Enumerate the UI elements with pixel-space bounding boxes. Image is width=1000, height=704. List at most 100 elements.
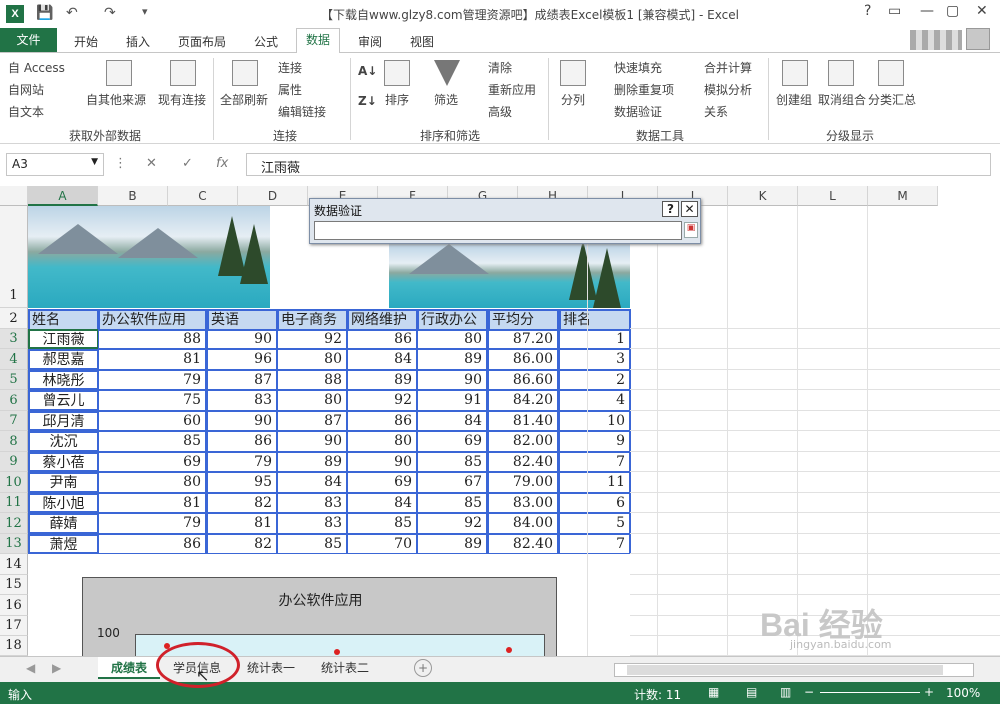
score-cell[interactable]: 7 — [559, 452, 631, 472]
score-cell[interactable]: 69 — [98, 452, 207, 472]
score-cell[interactable]: 11 — [559, 472, 631, 493]
horizontal-scrollbar[interactable] — [614, 663, 974, 677]
tab-home[interactable]: 开始 — [68, 31, 104, 52]
tab-data[interactable]: 数据 — [296, 28, 340, 53]
score-cell[interactable]: 9 — [559, 431, 631, 452]
zoom-out-icon[interactable]: − — [804, 685, 814, 699]
save-icon[interactable]: 💾 — [36, 5, 53, 21]
score-cell[interactable]: 80 — [347, 431, 418, 452]
ribbon-display-button[interactable]: ▭ — [888, 3, 901, 19]
row-header-9[interactable]: 9 — [0, 452, 28, 472]
chevron-down-icon[interactable]: ▼ — [91, 157, 98, 167]
score-cell[interactable]: 84 — [347, 349, 418, 370]
expand-dialog-icon[interactable]: ▣ — [684, 222, 698, 238]
score-cell[interactable]: 69 — [347, 472, 418, 493]
maximize-button[interactable]: ▢ — [946, 3, 959, 19]
column-header-l[interactable]: L — [798, 186, 868, 206]
student-name-cell[interactable]: 陈小旭 — [28, 493, 99, 513]
column-header-k[interactable]: K — [728, 186, 798, 206]
score-cell[interactable]: 85 — [417, 452, 488, 472]
score-cell[interactable]: 86 — [347, 329, 418, 349]
add-sheet-icon[interactable]: + — [414, 659, 432, 677]
student-name-cell[interactable]: 江雨薇 — [28, 329, 99, 349]
score-cell[interactable]: 80 — [277, 390, 348, 411]
tab-page-layout[interactable]: 页面布局 — [172, 31, 232, 52]
sheet-tab-stats-1[interactable]: 统计表一 — [236, 657, 306, 679]
score-cell[interactable]: 89 — [417, 349, 488, 370]
score-cell[interactable]: 82 — [207, 493, 278, 513]
score-cell[interactable]: 84 — [347, 493, 418, 513]
row-header-13[interactable]: 13 — [0, 534, 28, 554]
score-cell[interactable]: 2 — [559, 370, 631, 390]
student-name-cell[interactable]: 尹南 — [28, 472, 99, 493]
ungroup-button[interactable]: 取消组合 — [818, 91, 866, 108]
student-name-cell[interactable]: 沈沉 — [28, 431, 99, 452]
score-cell[interactable]: 84 — [417, 411, 488, 431]
score-cell[interactable]: 88 — [98, 329, 207, 349]
score-cell[interactable]: 89 — [277, 452, 348, 472]
sort-za-icon[interactable]: Z↓ — [358, 94, 377, 108]
score-cell[interactable]: 86 — [347, 411, 418, 431]
score-cell[interactable]: 90 — [277, 431, 348, 452]
formula-input[interactable]: 江雨薇 — [246, 153, 991, 176]
row-header-1[interactable]: 1 — [0, 206, 28, 308]
score-cell[interactable]: 79.00 — [488, 472, 559, 493]
header-cell[interactable]: 办公软件应用 — [98, 309, 207, 331]
row-header-15[interactable]: 15 — [0, 575, 28, 595]
properties-button[interactable]: 属性 — [278, 81, 302, 98]
row-header-12[interactable]: 12 — [0, 513, 28, 534]
score-cell[interactable]: 90 — [417, 370, 488, 390]
sheet-tab-scores[interactable]: 成绩表 — [98, 657, 160, 679]
score-cell[interactable]: 81 — [207, 513, 278, 534]
tab-insert[interactable]: 插入 — [120, 31, 156, 52]
insert-function-icon[interactable]: fx — [216, 156, 228, 171]
score-cell[interactable]: 95 — [207, 472, 278, 493]
score-cell[interactable]: 80 — [277, 349, 348, 370]
text-to-columns-button[interactable]: 分列 — [561, 91, 585, 108]
score-cell[interactable]: 84.20 — [488, 390, 559, 411]
score-cell[interactable]: 83 — [277, 513, 348, 534]
advanced-button[interactable]: 高级 — [488, 103, 512, 120]
normal-view-icon[interactable]: ▦ — [708, 685, 719, 699]
score-cell[interactable]: 84 — [277, 472, 348, 493]
edit-links-button[interactable]: 编辑链接 — [278, 103, 326, 120]
score-cell[interactable]: 82 — [207, 534, 278, 554]
student-name-cell[interactable]: 郝思嘉 — [28, 349, 99, 370]
zoom-slider[interactable] — [820, 692, 920, 693]
score-cell[interactable]: 86 — [207, 431, 278, 452]
student-name-cell[interactable]: 林晓彤 — [28, 370, 99, 390]
score-cell[interactable]: 87 — [277, 411, 348, 431]
row-header-17[interactable]: 17 — [0, 616, 28, 636]
score-cell[interactable]: 88 — [277, 370, 348, 390]
score-cell[interactable]: 89 — [417, 534, 488, 554]
score-cell[interactable]: 70 — [347, 534, 418, 554]
from-access-button[interactable]: 自 Access — [8, 59, 65, 76]
row-header-14[interactable]: 14 — [0, 554, 28, 575]
page-break-view-icon[interactable]: ▥ — [780, 685, 791, 699]
score-cell[interactable]: 10 — [559, 411, 631, 431]
tab-file[interactable]: 文件 — [0, 28, 57, 52]
range-input[interactable] — [314, 221, 682, 240]
minimize-button[interactable]: — — [920, 3, 934, 19]
reapply-button[interactable]: 重新应用 — [488, 81, 536, 98]
cancel-icon[interactable]: ✕ — [146, 156, 157, 171]
score-cell[interactable]: 86.60 — [488, 370, 559, 390]
other-sources-button[interactable]: 自其他来源 — [86, 91, 146, 108]
zoom-in-icon[interactable]: + — [924, 685, 934, 699]
data-validation-dialog[interactable]: 数据验证 ? ✕ ▣ — [309, 198, 701, 244]
row-header-16[interactable]: 16 — [0, 595, 28, 616]
score-cell[interactable]: 85 — [347, 513, 418, 534]
tab-review[interactable]: 审阅 — [352, 31, 388, 52]
scroll-left-icon[interactable]: ◀ — [26, 661, 35, 675]
data-validation-button[interactable]: 数据验证 — [614, 103, 662, 120]
clear-button[interactable]: 清除 — [488, 59, 512, 76]
column-header-a[interactable]: A — [28, 186, 98, 206]
header-cell[interactable]: 排名 — [559, 309, 631, 331]
score-cell[interactable]: 89 — [347, 370, 418, 390]
what-if-analysis-button[interactable]: 模拟分析 — [704, 81, 752, 98]
header-cell[interactable]: 行政办公 — [417, 309, 488, 331]
group-button[interactable]: 创建组 — [776, 91, 812, 108]
existing-connections-button[interactable]: 现有连接 — [158, 91, 206, 108]
row-header-18[interactable]: 18 — [0, 636, 28, 656]
sort-az-icon[interactable]: A↓ — [358, 64, 377, 78]
